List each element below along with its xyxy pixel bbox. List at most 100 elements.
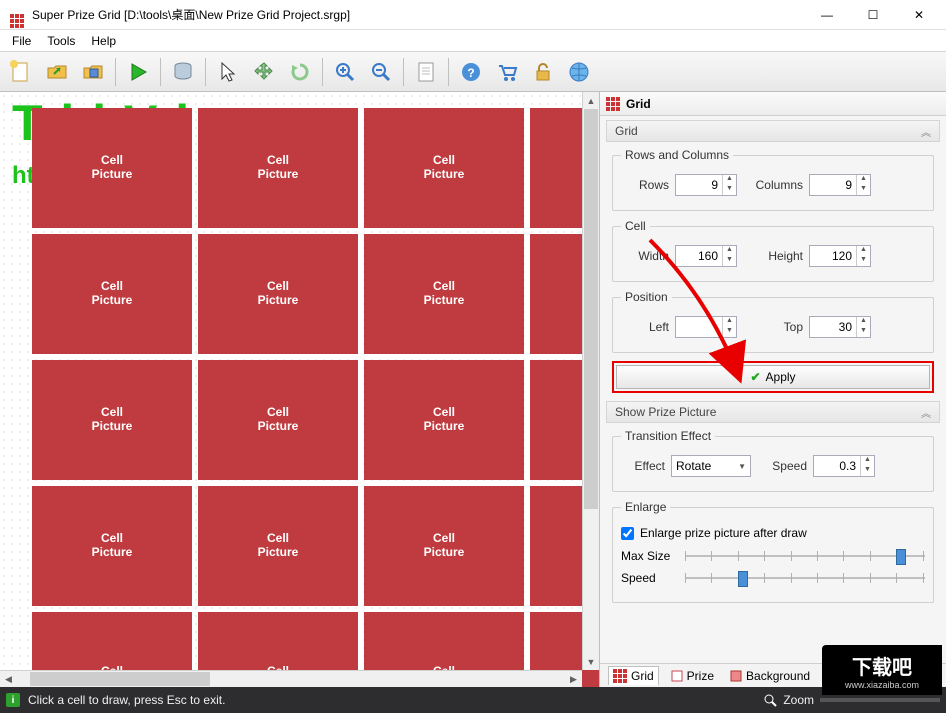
left-input[interactable]: ▲▼: [675, 316, 737, 338]
spin-down-icon[interactable]: ▼: [722, 185, 736, 195]
cell-size-group: Cell Width ▲▼ Height ▲▼: [612, 219, 934, 282]
enlarge-group: Enlarge Enlarge prize picture after draw…: [612, 500, 934, 603]
spin-down-icon[interactable]: ▼: [860, 466, 874, 476]
section-grid-label: Grid: [615, 124, 638, 138]
spin-up-icon[interactable]: ▲: [722, 246, 736, 256]
canvas-area: T i l V i ht CellPicture CellPicture Cel…: [0, 92, 600, 687]
transition-effect-group: Transition Effect Effect Rotate▼ Speed ▲…: [612, 429, 934, 492]
grid-cell[interactable]: CellPicture: [198, 108, 358, 228]
maximize-button[interactable]: ☐: [850, 0, 896, 30]
enlarge-speed-slider[interactable]: [685, 570, 925, 586]
save-button[interactable]: [76, 55, 110, 89]
section-show-prize-label: Show Prize Picture: [615, 405, 716, 419]
cart-button[interactable]: [490, 55, 524, 89]
columns-input[interactable]: ▲▼: [809, 174, 871, 196]
width-label: Width: [621, 249, 669, 263]
rotate-button[interactable]: [283, 55, 317, 89]
height-input[interactable]: ▲▼: [809, 245, 871, 267]
grid-cell[interactable]: CellPicture: [364, 234, 524, 354]
zoom-out-button[interactable]: [364, 55, 398, 89]
enlarge-legend: Enlarge: [621, 500, 670, 514]
spin-up-icon[interactable]: ▲: [856, 246, 870, 256]
app-icon: [10, 7, 26, 23]
rows-label: Rows: [621, 178, 669, 192]
collapse-icon: ︽: [921, 405, 931, 420]
document-button[interactable]: [409, 55, 443, 89]
globe-button[interactable]: [562, 55, 596, 89]
info-icon: i: [6, 693, 20, 707]
scrollbar-thumb[interactable]: [584, 109, 598, 509]
spin-up-icon[interactable]: ▲: [860, 456, 874, 466]
menu-help[interactable]: Help: [83, 32, 124, 50]
background-icon: [730, 670, 742, 682]
tab-background[interactable]: Background: [726, 667, 814, 685]
menu-tools[interactable]: Tools: [39, 32, 83, 50]
spin-up-icon[interactable]: ▲: [722, 175, 736, 185]
spin-up-icon[interactable]: ▲: [722, 317, 736, 327]
grid-cell[interactable]: CellPicture: [364, 486, 524, 606]
spin-down-icon[interactable]: ▼: [856, 185, 870, 195]
tab-grid[interactable]: Grid: [608, 666, 659, 685]
scroll-down-icon[interactable]: ▼: [583, 653, 599, 670]
grid-cell[interactable]: CellPicture: [32, 108, 192, 228]
rows-columns-legend: Rows and Columns: [621, 148, 733, 162]
pointer-button[interactable]: [211, 55, 245, 89]
apply-button[interactable]: ✔ Apply: [616, 365, 930, 389]
menu-file[interactable]: File: [4, 32, 39, 50]
help-button[interactable]: ?: [454, 55, 488, 89]
unlock-button[interactable]: [526, 55, 560, 89]
scroll-up-icon[interactable]: ▲: [583, 92, 599, 109]
spin-up-icon[interactable]: ▲: [856, 175, 870, 185]
minimize-button[interactable]: —: [804, 0, 850, 30]
spin-down-icon[interactable]: ▼: [856, 256, 870, 266]
position-group: Position Left ▲▼ Top ▲▼: [612, 290, 934, 353]
section-grid-header[interactable]: Grid ︽: [606, 120, 940, 142]
horizontal-scrollbar[interactable]: ◀ ▶: [0, 670, 582, 687]
open-button[interactable]: [40, 55, 74, 89]
grid-cell[interactable]: CellPicture: [32, 360, 192, 480]
play-button[interactable]: [121, 55, 155, 89]
new-button[interactable]: [4, 55, 38, 89]
spin-down-icon[interactable]: ▼: [856, 327, 870, 337]
max-size-slider[interactable]: [685, 548, 925, 564]
spin-down-icon[interactable]: ▼: [722, 327, 736, 337]
move-button[interactable]: [247, 55, 281, 89]
scrollbar-thumb[interactable]: [30, 672, 210, 686]
rows-input[interactable]: ▲▼: [675, 174, 737, 196]
apply-label: Apply: [766, 370, 796, 384]
grid-cell[interactable]: CellPicture: [364, 108, 524, 228]
scroll-left-icon[interactable]: ◀: [0, 671, 17, 687]
grid-cell[interactable]: CellPicture: [32, 486, 192, 606]
spin-up-icon[interactable]: ▲: [856, 317, 870, 327]
effect-select[interactable]: Rotate▼: [671, 455, 751, 477]
prize-grid: CellPicture CellPicture CellPicture CPi …: [32, 108, 600, 687]
transition-speed-input[interactable]: ▲▼: [813, 455, 875, 477]
vertical-scrollbar[interactable]: ▲ ▼: [582, 92, 599, 670]
columns-label: Columns: [743, 178, 803, 192]
apply-highlight: ✔ Apply: [612, 361, 934, 393]
grid-cell[interactable]: CellPicture: [32, 234, 192, 354]
position-legend: Position: [621, 290, 672, 304]
max-size-label: Max Size: [621, 549, 677, 563]
menu-bar: File Tools Help: [0, 30, 946, 52]
grid-icon: [613, 669, 627, 683]
grid-cell[interactable]: CellPicture: [364, 360, 524, 480]
spin-down-icon[interactable]: ▼: [722, 256, 736, 266]
zoom-slider[interactable]: [820, 698, 940, 702]
canvas[interactable]: T i l V i ht CellPicture CellPicture Cel…: [0, 92, 600, 687]
zoom-in-button[interactable]: [328, 55, 362, 89]
status-hint: Click a cell to draw, press Esc to exit.: [28, 693, 225, 707]
grid-cell[interactable]: CellPicture: [198, 234, 358, 354]
tab-prize[interactable]: Prize: [667, 667, 718, 685]
grid-cell[interactable]: CellPicture: [198, 486, 358, 606]
width-input[interactable]: ▲▼: [675, 245, 737, 267]
section-show-prize-header[interactable]: Show Prize Picture ︽: [606, 401, 940, 423]
scroll-right-icon[interactable]: ▶: [565, 671, 582, 687]
grid-cell[interactable]: CellPicture: [198, 360, 358, 480]
enlarge-checkbox[interactable]: [621, 527, 634, 540]
database-button[interactable]: [166, 55, 200, 89]
chevron-down-icon: ▼: [738, 462, 746, 471]
toolbar: ?: [0, 52, 946, 92]
close-button[interactable]: ✕: [896, 0, 942, 30]
top-input[interactable]: ▲▼: [809, 316, 871, 338]
